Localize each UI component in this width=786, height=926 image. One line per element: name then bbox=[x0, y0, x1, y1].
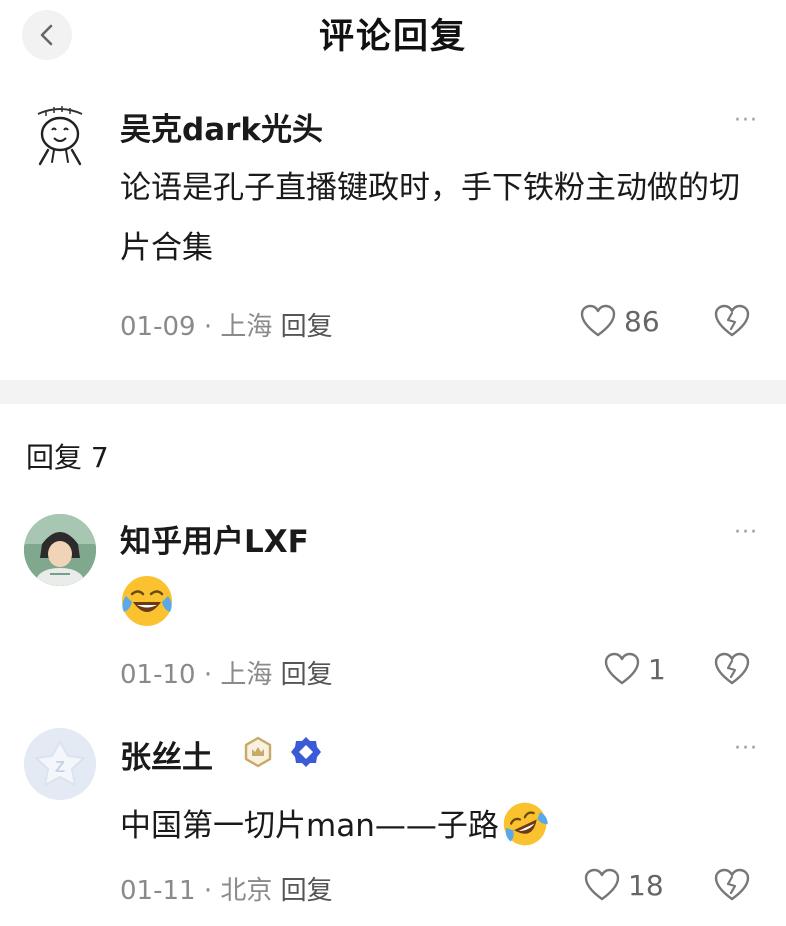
broken-heart-icon bbox=[714, 652, 750, 685]
crown-badge-icon bbox=[244, 736, 272, 768]
page-title: 评论回复 bbox=[318, 17, 467, 57]
dislike-button[interactable] bbox=[714, 304, 750, 342]
heart-icon bbox=[604, 652, 640, 685]
like-count: 1 bbox=[648, 652, 666, 686]
verified-icon bbox=[291, 737, 321, 767]
more-options-button[interactable]: ··· bbox=[734, 736, 758, 761]
dislike-button[interactable] bbox=[714, 652, 750, 690]
replies-count-header: 回复 7 bbox=[26, 441, 109, 474]
comment-date: 01-11 bbox=[120, 876, 196, 906]
like-button[interactable]: 18 bbox=[584, 868, 664, 902]
svg-text:Z: Z bbox=[55, 759, 65, 776]
section-divider bbox=[0, 380, 786, 404]
meta-separator: · bbox=[203, 312, 213, 342]
username[interactable]: 张丝土 bbox=[120, 732, 213, 777]
like-button[interactable]: 1 bbox=[604, 652, 666, 686]
meta-separator: · bbox=[203, 876, 213, 906]
reply-button[interactable]: 回复 bbox=[281, 312, 333, 342]
username[interactable]: 知乎用户LXF bbox=[120, 516, 309, 561]
like-count: 86 bbox=[624, 304, 660, 338]
comment-text-body: 中国第一切片man——子路 bbox=[120, 808, 499, 844]
reply-button[interactable]: 回复 bbox=[281, 660, 333, 690]
meta-separator: · bbox=[203, 660, 213, 690]
reply-button[interactable]: 回复 bbox=[281, 876, 333, 906]
laughing-crying-emoji bbox=[122, 576, 172, 626]
avatar[interactable]: Z bbox=[24, 728, 96, 800]
heart-icon bbox=[580, 304, 616, 337]
broken-heart-icon bbox=[714, 304, 750, 337]
reply-emoji bbox=[120, 574, 174, 632]
anime-character-avatar-icon bbox=[24, 514, 96, 586]
username[interactable]: 吴克dark光头 bbox=[120, 104, 323, 149]
broken-heart-icon bbox=[714, 868, 750, 901]
heart-icon bbox=[584, 868, 620, 901]
comment-text: 中国第一切片man——子路 bbox=[120, 796, 760, 856]
comment-text: 论语是孔子直播键政时，手下铁粉主动做的切片合集 bbox=[120, 170, 740, 266]
level-badge bbox=[242, 736, 274, 772]
rofl-emoji bbox=[503, 802, 548, 845]
header-bar: 评论回复 bbox=[0, 0, 786, 76]
avatar[interactable] bbox=[24, 100, 96, 172]
comment-meta: 01-10 · 上海 回复 bbox=[120, 654, 333, 691]
comment-location: 北京 bbox=[220, 876, 273, 906]
comment-date: 01-09 bbox=[120, 312, 196, 342]
comment-date: 01-10 bbox=[120, 660, 196, 690]
verified-badge bbox=[290, 736, 322, 772]
avatar[interactable] bbox=[24, 514, 96, 586]
cartoon-face-avatar-icon bbox=[37, 106, 83, 166]
comment-meta: 01-11 · 北京 回复 bbox=[120, 870, 333, 907]
comment-location: 上海 bbox=[220, 312, 273, 342]
comment-meta: 01-09 · 上海 回复 bbox=[120, 306, 333, 343]
default-user-avatar-icon: Z bbox=[24, 728, 96, 800]
like-count: 18 bbox=[628, 868, 664, 902]
dislike-button[interactable] bbox=[714, 868, 750, 906]
more-options-button[interactable]: ··· bbox=[734, 520, 758, 545]
like-button[interactable]: 86 bbox=[580, 304, 660, 338]
comment-location: 上海 bbox=[220, 660, 273, 690]
more-options-button[interactable]: ··· bbox=[734, 108, 758, 133]
